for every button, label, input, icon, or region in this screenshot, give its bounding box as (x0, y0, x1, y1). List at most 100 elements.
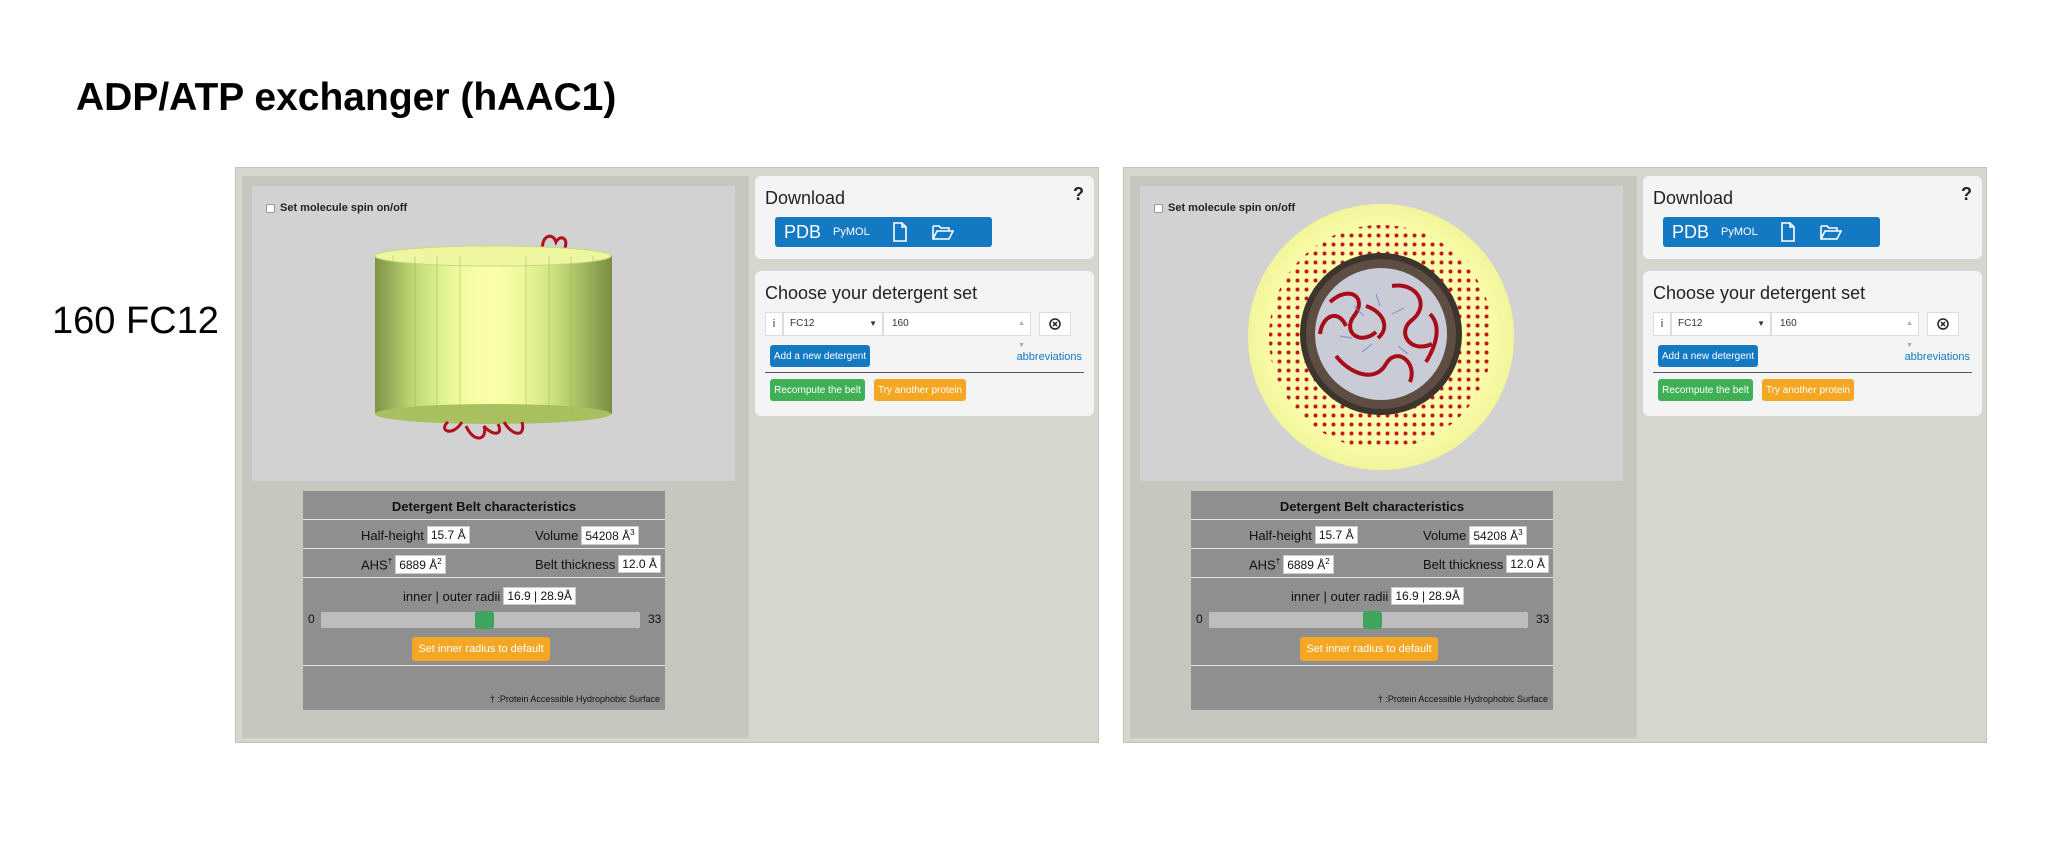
divider (765, 372, 1084, 373)
volume-label: Volume (1423, 528, 1467, 543)
molecule-viewer[interactable]: Set molecule spin on/off (1140, 186, 1623, 481)
caret-down-icon: ▼ (1757, 319, 1765, 328)
thickness-label: Belt thickness (535, 556, 616, 572)
detergent-select[interactable]: FC12 ▼ (783, 312, 883, 336)
belt-characteristics: Detergent Belt characteristics Half-heig… (1191, 491, 1553, 710)
set-default-radius-button[interactable]: Set inner radius to default (1300, 637, 1438, 661)
slider-min-label: 0 (1196, 612, 1203, 626)
download-title: Download (765, 188, 846, 208)
spin-toggle[interactable]: Set molecule spin on/off (266, 202, 407, 214)
viewer-column: Set molecule spin on/off Detergent Belt … (242, 176, 749, 738)
half-height-value: 15.7 Å (1314, 526, 1358, 544)
detergent-count-input[interactable]: 160 ▲ ▼ (1771, 312, 1919, 349)
radii-label: inner | outer radii (403, 588, 501, 604)
detergent-belt-top-view (1248, 204, 1514, 470)
slider-max-label: 33 (648, 612, 662, 626)
set-default-radius-button[interactable]: Set inner radius to default (412, 637, 550, 661)
detergent-title: Choose your detergent set (1653, 283, 1866, 303)
volume-value: 54208 Å3 (581, 526, 639, 545)
try-another-protein-button[interactable]: Try another protein (874, 379, 966, 401)
info-icon[interactable]: i (1653, 312, 1671, 336)
belt-characteristics: Detergent Belt characteristics Half-heig… (303, 491, 665, 710)
download-pymol-button[interactable]: PyMOL (1721, 226, 1758, 238)
detergent-count-input[interactable]: 160 ▲ ▼ (883, 312, 1031, 349)
volume-value: 54208 Å3 (1469, 526, 1527, 545)
belt-row-height-volume: Half-height 15.7 Å Volume 54208 Å3 (303, 520, 665, 549)
add-detergent-button[interactable]: Add a new detergent (770, 345, 870, 367)
ahs-value: 6889 Å2 (1283, 555, 1334, 574)
try-another-protein-button[interactable]: Try another protein (1762, 379, 1854, 401)
detergent-belt-side-view (374, 234, 612, 440)
file-icon[interactable] (1780, 222, 1796, 242)
detergent-title: Choose your detergent set (765, 283, 978, 303)
download-title: Download (1653, 188, 1734, 208)
divider (1653, 372, 1972, 373)
download-pdb-button[interactable]: PDB (1672, 222, 1709, 243)
download-box: Download ? PDB PyMOL (755, 176, 1094, 259)
remove-detergent-icon[interactable] (1039, 312, 1071, 336)
info-icon[interactable]: i (765, 312, 783, 336)
detergent-row: i FC12 ▼ 160 ▲ ▼ (765, 312, 1071, 349)
detergent-box: Choose your detergent set i FC12 ▼ 160 ▲… (755, 271, 1094, 416)
download-toolbar: PDB PyMOL (1663, 217, 1880, 247)
protein-bottom-loops (443, 420, 525, 440)
file-icon[interactable] (892, 222, 908, 242)
help-icon[interactable]: ? (1073, 184, 1084, 205)
abbreviations-link[interactable]: abbreviations (1017, 351, 1082, 363)
inner-radius-slider-thumb[interactable] (1363, 611, 1382, 629)
half-height-value: 15.7 Å (426, 526, 470, 544)
radii-value: 16.9 | 28.9Å (1391, 587, 1464, 605)
download-pdb-button[interactable]: PDB (784, 222, 821, 243)
detergent-box: Choose your detergent set i FC12 ▼ 160 ▲… (1643, 271, 1982, 416)
caret-down-icon: ▼ (869, 319, 877, 328)
belt-title: Detergent Belt characteristics (303, 491, 665, 520)
half-height-label: Half-height (361, 527, 424, 543)
radii-control: inner | outer radii 16.9 | 28.9Å 0 33 Se… (303, 578, 665, 666)
spin-checkbox[interactable] (1154, 203, 1163, 213)
inner-radius-slider-thumb[interactable] (475, 611, 494, 629)
ahs-label: AHS† (361, 556, 393, 573)
recompute-belt-button[interactable]: Recompute the belt (1658, 379, 1753, 401)
abbreviations-link[interactable]: abbreviations (1905, 351, 1970, 363)
ahs-label: AHS† (1249, 556, 1281, 573)
help-icon[interactable]: ? (1961, 184, 1972, 205)
remove-detergent-icon[interactable] (1927, 312, 1959, 336)
detergent-select[interactable]: FC12 ▼ (1671, 312, 1771, 336)
folder-open-icon[interactable] (931, 223, 954, 241)
download-toolbar: PDB PyMOL (775, 217, 992, 247)
spin-checkbox[interactable] (266, 203, 275, 213)
belt-title: Detergent Belt characteristics (1191, 491, 1553, 520)
download-pymol-button[interactable]: PyMOL (833, 226, 870, 238)
belt-row-height-volume: Half-height 15.7 Å Volume 54208 Å3 (1191, 520, 1553, 549)
add-detergent-button[interactable]: Add a new detergent (1658, 345, 1758, 367)
row-label: 160 FC12 (52, 300, 219, 342)
molecule-viewer[interactable]: Set molecule spin on/off (252, 186, 735, 481)
belt-panel-top: Set molecule spin on/off Detergent Belt … (1123, 167, 1987, 743)
half-height-label: Half-height (1249, 527, 1312, 543)
radii-value: 16.9 | 28.9Å (503, 587, 576, 605)
thickness-value: 12.0 Å (1506, 555, 1549, 573)
spin-label: Set molecule spin on/off (280, 202, 408, 214)
thickness-value: 12.0 Å (618, 555, 661, 573)
ahs-footnote: † :Protein Accessible Hydrophobic Surfac… (1377, 694, 1548, 704)
volume-label: Volume (535, 528, 579, 543)
download-box: Download ? PDB PyMOL (1643, 176, 1982, 259)
radii-label: inner | outer radii (1291, 588, 1389, 604)
inner-radius-slider[interactable] (321, 611, 640, 629)
detergent-row: i FC12 ▼ 160 ▲ ▼ (1653, 312, 1959, 349)
thickness-label: Belt thickness (1423, 556, 1504, 572)
inner-radius-slider[interactable] (1209, 611, 1528, 629)
recompute-belt-button[interactable]: Recompute the belt (770, 379, 865, 401)
slider-min-label: 0 (308, 612, 315, 626)
page-title: ADP/ATP exchanger (hAAC1) (76, 76, 617, 119)
ahs-footnote: † :Protein Accessible Hydrophobic Surfac… (489, 694, 660, 704)
spin-toggle[interactable]: Set molecule spin on/off (1154, 202, 1295, 214)
belt-row-ahs-thickness: AHS† 6889 Å2 Belt thickness 12.0 Å (303, 549, 665, 578)
belt-panel-side: Set molecule spin on/off Detergent Belt … (235, 167, 1099, 743)
folder-open-icon[interactable] (1819, 223, 1842, 241)
spin-label: Set molecule spin on/off (1168, 202, 1296, 214)
slider-max-label: 33 (1536, 612, 1550, 626)
ahs-value: 6889 Å2 (395, 555, 446, 574)
radii-control: inner | outer radii 16.9 | 28.9Å 0 33 Se… (1191, 578, 1553, 666)
viewer-column: Set molecule spin on/off Detergent Belt … (1130, 176, 1637, 738)
